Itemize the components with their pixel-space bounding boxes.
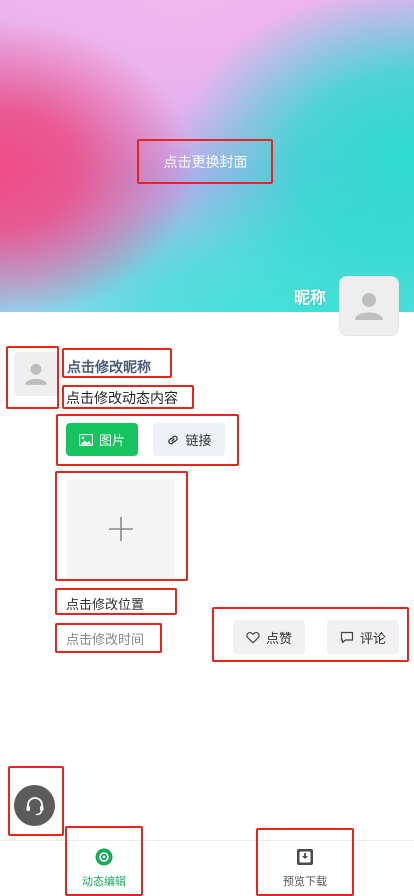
user-placeholder-icon bbox=[355, 293, 383, 320]
annotation-box bbox=[62, 348, 172, 378]
annotation-box bbox=[55, 471, 188, 581]
cover-avatar[interactable] bbox=[339, 276, 399, 336]
annotation-box bbox=[212, 607, 409, 662]
annotation-box bbox=[55, 588, 177, 615]
annotation-box bbox=[137, 139, 273, 184]
cover-nickname: 昵称 bbox=[294, 288, 327, 307]
annotation-box bbox=[56, 414, 239, 466]
annotation-box bbox=[256, 828, 354, 896]
annotation-box bbox=[8, 766, 64, 836]
annotation-box bbox=[65, 826, 143, 896]
annotation-box bbox=[62, 385, 194, 409]
annotation-box bbox=[55, 623, 162, 653]
annotation-box bbox=[6, 346, 59, 409]
